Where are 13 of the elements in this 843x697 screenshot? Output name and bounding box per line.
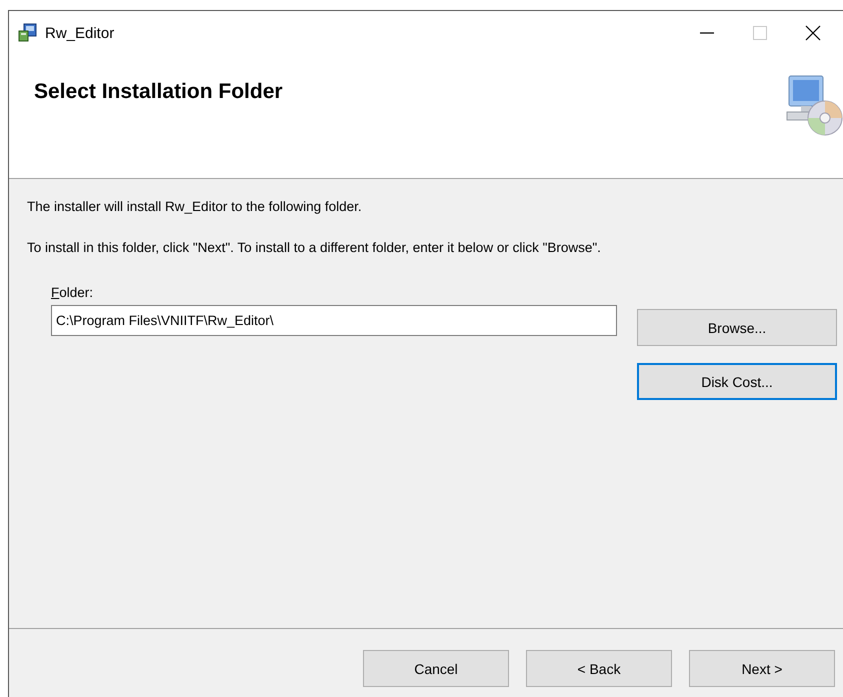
back-button[interactable]: < Back xyxy=(526,650,672,687)
folder-field[interactable]: C:\Program Files\VNIITF\Rw_Editor\ xyxy=(51,305,617,336)
window-title: Rw_Editor xyxy=(45,24,114,42)
next-button[interactable]: Next > xyxy=(689,650,835,687)
page-heading: Select Installation Folder xyxy=(34,80,284,104)
instruction-text: To install in this folder, click "Next". To install to a different folder, enter it below or click "Browse". xyxy=(27,240,602,255)
browse-button[interactable]: Browse... xyxy=(637,309,837,346)
disk-cost-button[interactable]: Disk Cost... xyxy=(637,363,837,400)
cancel-button[interactable]: Cancel xyxy=(363,650,509,687)
close-icon[interactable] xyxy=(805,25,821,41)
installer-icon xyxy=(18,23,38,43)
instruction-text: The installer will install Rw_Editor to the following folder. xyxy=(27,199,363,214)
folder-label: Folder: xyxy=(51,285,94,300)
